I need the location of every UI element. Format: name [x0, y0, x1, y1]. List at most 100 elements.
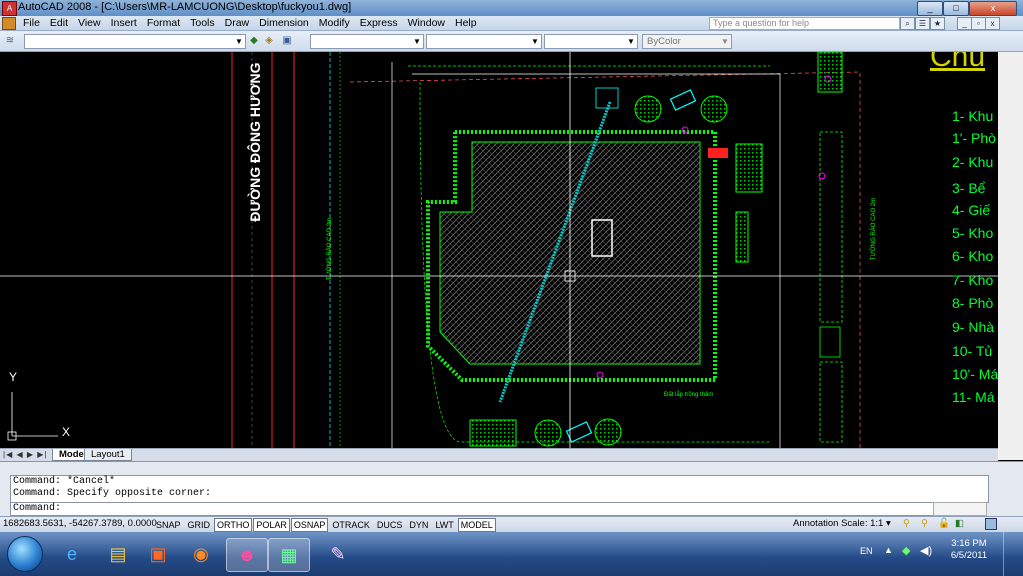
command-input[interactable]: Command:: [10, 502, 934, 516]
clock-date: 6/5/2011: [950, 550, 988, 561]
system-clock[interactable]: 3:16 PM 6/5/2011: [944, 538, 994, 562]
maximize-button[interactable]: □: [943, 1, 969, 16]
chevron-down-icon: ▼: [627, 37, 635, 46]
legend-item: 7- Kho: [952, 272, 994, 288]
menu-view[interactable]: View: [73, 16, 106, 30]
show-desktop-button[interactable]: [1003, 532, 1023, 576]
chevron-down-icon: ▼: [235, 37, 243, 46]
tray-expand-icon[interactable]: ▲: [884, 545, 893, 555]
command-hscroll[interactable]: [933, 502, 987, 516]
lock-icon[interactable]: 🔓: [938, 517, 950, 531]
drawing-svg: [0, 52, 998, 448]
ducs-toggle[interactable]: DUCS: [374, 518, 406, 532]
layer-combo[interactable]: ▼: [24, 34, 246, 49]
menu-edit[interactable]: Edit: [45, 16, 73, 30]
menu-file[interactable]: File: [18, 16, 45, 30]
wall-label-left: TƯỜNG RÀO CAO 2m: [327, 217, 333, 281]
snap-toggle[interactable]: SNAP: [153, 518, 184, 532]
menu-help[interactable]: Help: [450, 16, 482, 30]
layer-manager-icon[interactable]: ≋: [4, 35, 16, 47]
annotation-scale-value[interactable]: 1:1: [870, 518, 883, 529]
chevron-down-icon[interactable]: ▾: [886, 518, 891, 529]
autocad-taskbar-icon[interactable]: ▦: [268, 538, 310, 572]
auto-scale-icon[interactable]: ⚲: [921, 517, 928, 531]
language-indicator[interactable]: EN: [860, 546, 873, 556]
color-control-combo[interactable]: ▼: [310, 34, 424, 49]
tab-nav-arrows-icon[interactable]: |◀ ◀ ▶ ▶|: [3, 449, 47, 461]
legend-item: 3- Bể: [952, 180, 986, 196]
autocad-app-icon[interactable]: A: [2, 1, 17, 16]
tray-settings-icon[interactable]: ◧: [955, 517, 964, 531]
legend-item: 8- Phò: [952, 295, 994, 311]
layer-states-icon[interactable]: ▣: [281, 35, 293, 47]
grid-toggle[interactable]: GRID: [185, 518, 214, 532]
legend-item: 1- Khu: [952, 108, 994, 124]
network-icon[interactable]: ◆: [902, 544, 910, 557]
volume-icon[interactable]: ◀): [920, 544, 932, 557]
vertical-scrollbar[interactable]: [998, 52, 1023, 460]
favorites-icon[interactable]: ★: [930, 17, 945, 30]
firefox-icon[interactable]: ◉: [181, 538, 221, 570]
chevron-down-icon: ▼: [531, 37, 539, 46]
drawing-area[interactable]: ĐƯỜNG ĐÔNG HƯƠNG TƯỜNG RÀO CAO 2m TƯỜNG …: [0, 52, 998, 448]
communication-center-icon[interactable]: ☰: [915, 17, 930, 30]
command-line: Command: Specify opposite corner:: [13, 488, 212, 499]
layer-previous-icon[interactable]: ◈: [263, 35, 275, 47]
wall-label-right: TƯỜNG RÀO CAO 2m: [871, 197, 877, 261]
coordinate-readout[interactable]: 1682683.5631, -54267.3789, 0.0000: [3, 517, 157, 531]
model-toggle[interactable]: MODEL: [457, 518, 496, 532]
menu-insert[interactable]: Insert: [106, 16, 142, 30]
lwt-toggle[interactable]: LWT: [432, 518, 456, 532]
search-icon[interactable]: ⌕: [900, 17, 915, 30]
clean-screen-icon[interactable]: [985, 518, 997, 530]
menu-dimension[interactable]: Dimension: [254, 16, 314, 30]
menu-format[interactable]: Format: [142, 16, 185, 30]
menu-modify[interactable]: Modify: [314, 16, 355, 30]
structure-block: [735, 211, 749, 263]
polar-toggle[interactable]: POLAR: [253, 518, 290, 532]
start-button[interactable]: [7, 536, 43, 572]
tree-symbol: [634, 95, 662, 123]
media-player-icon[interactable]: ▣: [138, 538, 178, 570]
close-button[interactable]: x: [969, 1, 1017, 16]
tab-layout1[interactable]: Layout1: [84, 449, 132, 461]
parking-block: [819, 326, 841, 358]
structure-block: [817, 52, 843, 93]
structure-block: [469, 419, 517, 447]
command-window: Command: *Cancel* Command: Specify oppos…: [0, 461, 1023, 516]
dyn-toggle[interactable]: DYN: [406, 518, 431, 532]
yahoo-messenger-icon[interactable]: ☻: [226, 538, 268, 572]
annotation-visibility-icon[interactable]: ⚲: [903, 517, 910, 531]
document-icon[interactable]: [2, 17, 16, 30]
make-current-layer-icon[interactable]: ◆: [248, 35, 260, 47]
title-bar: A AutoCAD 2008 - [C:\Users\MR-LAMCUONG\D…: [0, 0, 1023, 16]
menu-tools[interactable]: Tools: [185, 16, 220, 30]
chevron-down-icon: ▼: [721, 37, 729, 46]
car-symbol: [669, 89, 697, 111]
minimize-button[interactable]: _: [917, 1, 943, 16]
otrack-toggle[interactable]: OTRACK: [329, 518, 373, 532]
paint-icon[interactable]: ✎: [318, 538, 358, 570]
marker: [596, 371, 604, 379]
menu-draw[interactable]: Draw: [220, 16, 255, 30]
plot-style-combo[interactable]: ByColor ▼: [642, 34, 732, 49]
menu-express[interactable]: Express: [355, 16, 403, 30]
legend-item: 11- Má: [952, 389, 995, 405]
file-explorer-icon[interactable]: ▤: [98, 538, 138, 570]
doc-close-button[interactable]: x: [985, 17, 1000, 30]
doc-restore-button[interactable]: ▫: [971, 17, 986, 30]
lineweight-control-combo[interactable]: ▼: [544, 34, 638, 49]
wall-label-left-container: TƯỜNG RÀO CAO 2m: [324, 212, 336, 292]
help-search-input[interactable]: Type a question for help: [709, 17, 900, 30]
menu-window[interactable]: Window: [403, 16, 450, 30]
doc-minimize-button[interactable]: _: [957, 17, 972, 30]
ortho-toggle[interactable]: ORTHO: [214, 518, 253, 532]
annotation-scale[interactable]: Annotation Scale: 1:1 ▾: [793, 517, 891, 531]
internet-explorer-icon[interactable]: e: [52, 538, 92, 570]
drafting-settings: SNAP GRID ORTHO POLAR OSNAP OTRACK DUCS …: [153, 518, 497, 532]
parking-strip: [819, 361, 843, 443]
parking-strip: [819, 131, 843, 323]
linetype-control-combo[interactable]: ▼: [426, 34, 542, 49]
osnap-toggle[interactable]: OSNAP: [290, 518, 329, 532]
legend-item: 9- Nhà: [952, 319, 995, 335]
